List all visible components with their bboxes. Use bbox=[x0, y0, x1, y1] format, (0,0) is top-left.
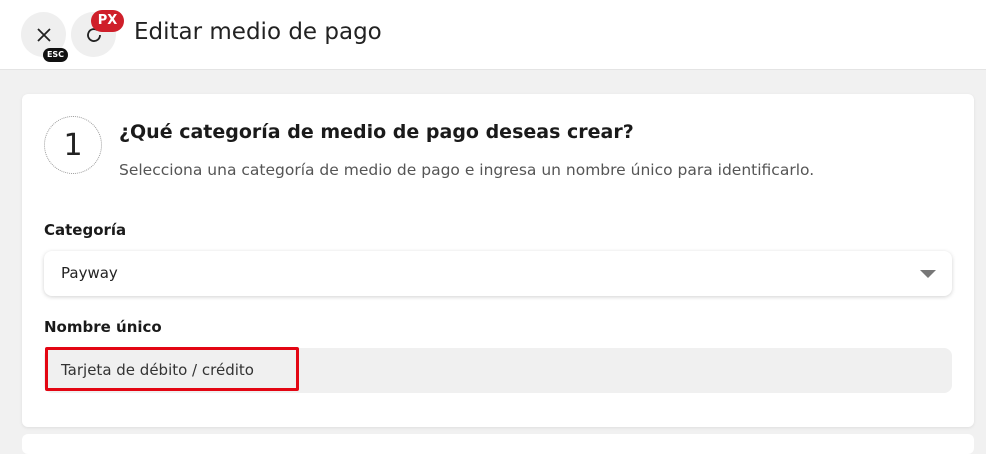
unique-name-input[interactable]: Tarjeta de débito / crédito bbox=[44, 348, 952, 393]
step-subtitle: Selecciona una categoría de medio de pag… bbox=[119, 161, 815, 179]
category-label: Categoría bbox=[44, 221, 127, 239]
unique-name-value: Tarjeta de débito / crédito bbox=[61, 361, 254, 379]
close-button[interactable]: ESC bbox=[21, 12, 68, 62]
chevron-down-icon bbox=[920, 270, 936, 278]
category-select-value: Payway bbox=[61, 264, 118, 282]
category-select[interactable]: Payway bbox=[44, 251, 952, 296]
step-card: 1 ¿Qué categoría de medio de pago deseas… bbox=[22, 94, 974, 427]
page-title: Editar medio de pago bbox=[134, 19, 382, 45]
close-icon bbox=[36, 27, 51, 42]
step-title: ¿Qué categoría de medio de pago deseas c… bbox=[119, 121, 634, 143]
esc-badge: ESC bbox=[43, 48, 68, 62]
top-bar: ESC PX Editar medio de pago bbox=[0, 0, 986, 70]
px-badge: PX bbox=[91, 10, 124, 32]
next-step-card bbox=[22, 434, 974, 454]
unique-name-label: Nombre único bbox=[44, 318, 162, 336]
step-number: 1 bbox=[44, 116, 102, 174]
refresh-button[interactable]: PX bbox=[71, 10, 124, 57]
